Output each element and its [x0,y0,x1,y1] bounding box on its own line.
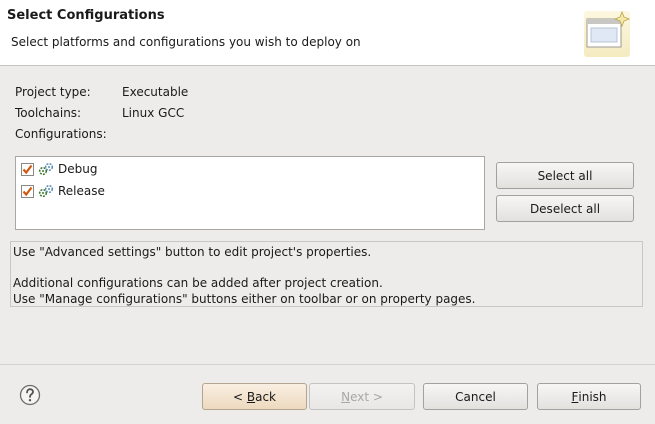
configurations-list[interactable]: Debug Release [15,156,485,230]
hint-panel: Use "Advanced settings" button to edit p… [10,241,643,307]
hint-additional-configs: Additional configurations can be added a… [13,276,383,290]
select-all-button[interactable]: Select all [496,162,634,189]
finish-button[interactable]: Finish [537,383,641,410]
back-mnemonic: B [246,389,256,404]
back-label-prefix: < [232,389,247,404]
next-mnemonic: N [341,389,351,404]
help-icon[interactable] [19,384,41,406]
toolchains-label: Toolchains: [15,106,82,120]
release-checkbox[interactable] [21,184,34,198]
debug-checkbox[interactable] [21,162,34,176]
deselect-all-button[interactable]: Deselect all [496,195,634,222]
wizard-header: Select Configurations Select platforms a… [0,0,655,66]
next-button[interactable]: Next > [309,383,415,410]
configurations-label: Configurations: [15,127,107,141]
configuration-gear-icon [38,184,54,198]
footer-separator [0,364,655,365]
back-label-rest: ack [255,389,276,404]
page-title: Select Configurations [7,8,165,23]
page-description: Select platforms and configurations you … [11,35,361,49]
config-item-release[interactable]: Release [21,182,105,200]
config-label: Release [58,184,105,198]
checkmark-icon [22,186,33,196]
cancel-button[interactable]: Cancel [423,383,528,410]
hint-advanced-settings: Use "Advanced settings" button to edit p… [13,245,372,259]
checkmark-icon [22,164,33,174]
finish-label-rest: inish [578,389,607,404]
project-type-value: Executable [122,85,189,99]
configuration-gear-icon [38,162,54,176]
config-label: Debug [58,162,98,176]
finish-mnemonic: F [571,389,579,404]
toolchains-value: Linux GCC [122,106,185,120]
config-item-debug[interactable]: Debug [21,160,97,178]
wizard-banner-icon [584,10,631,57]
back-button[interactable]: < Back [202,383,307,410]
hint-manage-configs: Use "Manage configurations" buttons eith… [13,292,476,306]
next-label-rest: ext > [350,389,383,404]
project-type-label: Project type: [15,85,91,99]
